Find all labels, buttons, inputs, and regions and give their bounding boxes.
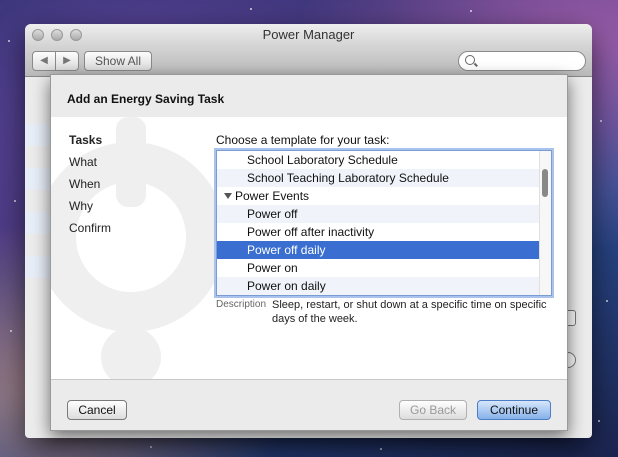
description-label: Description <box>216 299 267 310</box>
zoom-window-button[interactable] <box>70 29 82 41</box>
window-toolbar: ◀ ▶ Show All <box>25 46 592 77</box>
description-text: Sleep, restart, or shut down at a specif… <box>272 299 547 325</box>
close-window-button[interactable] <box>32 29 44 41</box>
background-row <box>25 256 50 278</box>
window-title: Power Manager <box>262 27 355 42</box>
search-input[interactable] <box>458 51 586 71</box>
list-item[interactable]: School Laboratory Schedule <box>217 151 551 169</box>
step-when: When <box>69 177 101 191</box>
background-row <box>25 212 50 234</box>
list-item[interactable]: Power on daily <box>217 277 551 295</box>
disclosure-triangle-icon[interactable] <box>224 193 232 199</box>
step-what: What <box>69 155 98 169</box>
wizard-steps: Tasks What When Why Confirm <box>69 129 111 239</box>
forward-button[interactable]: ▶ <box>56 52 78 70</box>
list-item[interactable]: Power off after inactivity <box>217 223 551 241</box>
back-button[interactable]: ◀ <box>33 52 56 70</box>
list-item[interactable]: Power off <box>217 205 551 223</box>
continue-button[interactable]: Continue <box>477 400 551 420</box>
sheet-body: Tasks What When Why Confirm Choose a tem… <box>51 117 567 387</box>
go-back-button[interactable]: Go Back <box>399 400 467 420</box>
window-titlebar: Power Manager <box>25 24 592 46</box>
sheet-title: Add an Energy Saving Task <box>67 92 225 106</box>
scrollbar-thumb[interactable] <box>542 169 548 197</box>
show-all-button[interactable]: Show All <box>84 51 152 71</box>
sheet-footer: Cancel Go Back Continue <box>51 379 567 430</box>
group-label: Power Events <box>235 189 310 203</box>
step-confirm: Confirm <box>69 221 112 235</box>
list-item[interactable]: Power on <box>217 259 551 277</box>
search-icon <box>465 55 475 65</box>
add-task-sheet: Add an Energy Saving Task Tasks What Whe… <box>50 74 568 431</box>
list-item[interactable]: School Teaching Laboratory Schedule <box>217 169 551 187</box>
step-why: Why <box>69 199 93 213</box>
list-item-selected[interactable]: Power off daily <box>217 241 551 259</box>
cancel-button[interactable]: Cancel <box>67 400 127 420</box>
list-scrollbar[interactable] <box>539 151 551 295</box>
list-group-power-events[interactable]: Power Events <box>217 187 551 205</box>
nav-buttons: ◀ ▶ <box>32 51 79 71</box>
template-list[interactable]: School Laboratory Schedule School Teachi… <box>216 150 552 296</box>
step-tasks: Tasks <box>69 133 103 147</box>
background-row <box>25 168 50 190</box>
template-prompt: Choose a template for your task: <box>216 133 390 147</box>
minimize-window-button[interactable] <box>51 29 63 41</box>
background-row <box>25 124 50 146</box>
